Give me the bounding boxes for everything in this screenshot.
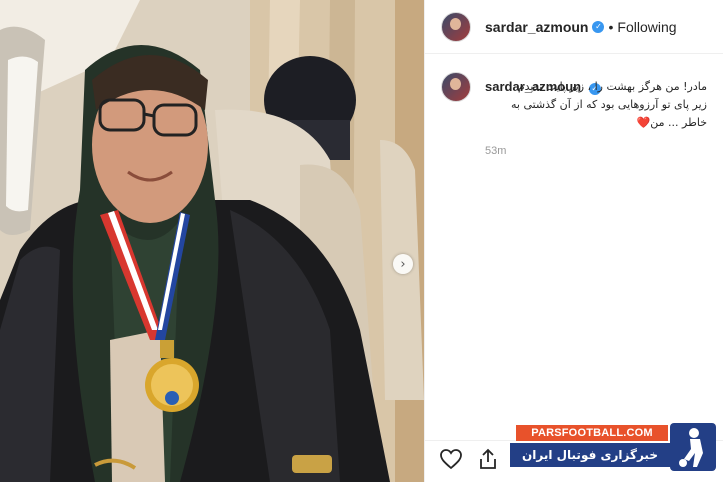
watermark-site: PARSFOOTBALL.COM bbox=[516, 425, 668, 441]
avatar[interactable] bbox=[441, 11, 471, 42]
following-button[interactable]: Following bbox=[617, 19, 676, 35]
post-side-panel: sardar_azmoun ✓ • Following sardar_azmou… bbox=[424, 0, 723, 482]
caption-comment: sardar_azmoun ✓ مادر! من هرگز بهشت را ، … bbox=[425, 54, 723, 160]
comment-avatar[interactable] bbox=[441, 72, 471, 102]
caption-body: مادر! من هرگز بهشت را ، زیر پایت ندیدم ز… bbox=[510, 80, 707, 129]
caption-text: مادر! من هرگز بهشت را ، زیر پایت ندیدم ز… bbox=[485, 78, 707, 132]
post-header: sardar_azmoun ✓ • Following bbox=[425, 0, 723, 54]
heart-emoji-icon: ❤️ bbox=[636, 116, 651, 129]
parsfootball-watermark: PARSFOOTBALL.COM خبرگزاری فوتبال ایران bbox=[510, 423, 716, 473]
chevron-right-icon: › bbox=[400, 256, 406, 272]
heart-outline-icon[interactable] bbox=[439, 448, 463, 475]
comment-body: sardar_azmoun ✓ مادر! من هرگز بهشت را ، … bbox=[485, 78, 707, 160]
footballer-logo-icon bbox=[670, 423, 716, 471]
next-photo-button[interactable]: › bbox=[393, 254, 413, 274]
watermark-tagline: خبرگزاری فوتبال ایران bbox=[510, 443, 670, 467]
post-username[interactable]: sardar_azmoun bbox=[485, 19, 588, 35]
comment-timestamp[interactable]: 53m bbox=[485, 142, 707, 160]
share-icon[interactable] bbox=[477, 448, 499, 475]
post-photo[interactable]: › bbox=[0, 0, 424, 482]
verified-badge-icon: ✓ bbox=[592, 20, 605, 33]
photo-illustration bbox=[0, 0, 424, 482]
separator-dot: • bbox=[608, 18, 614, 35]
